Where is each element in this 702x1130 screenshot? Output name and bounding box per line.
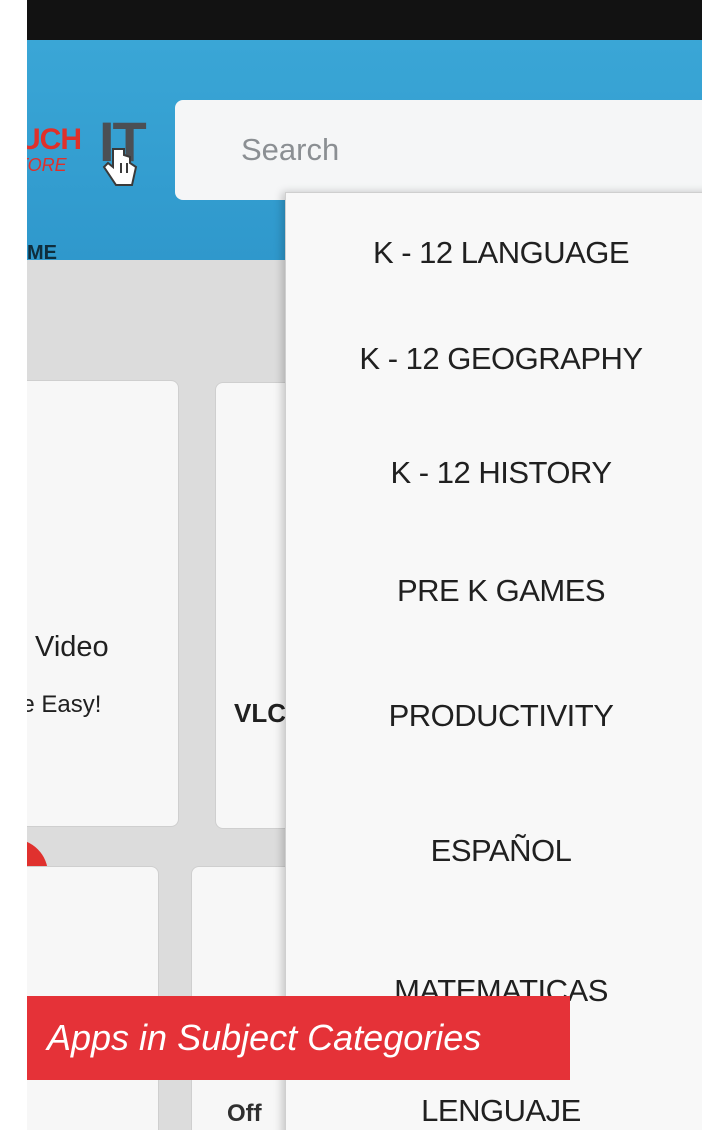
app-card-title: Off — [227, 1100, 262, 1127]
menu-item-k12-history[interactable]: K - 12 HISTORY — [286, 455, 702, 491]
menu-item-pre-k-games[interactable]: PRE K GAMES — [286, 573, 702, 609]
caption-banner: Apps in Subject Categories — [27, 996, 570, 1080]
touchit-logo[interactable]: UCH IT TORE — [27, 110, 172, 195]
menu-item-lenguaje[interactable]: LENGUAJE — [286, 1093, 702, 1129]
screen-bezel — [27, 0, 702, 40]
menu-item-k12-geography[interactable]: K - 12 GEOGRAPHY — [286, 341, 702, 377]
app-screen: UCH IT TORE Search ME Video de Easy! VLC… — [27, 0, 702, 1130]
menu-item-k12-language[interactable]: K - 12 LANGUAGE — [286, 235, 702, 271]
search-input[interactable]: Search — [175, 100, 702, 200]
app-card-video[interactable]: Video de Easy! — [27, 380, 179, 909]
logo-touch-text: UCH — [27, 123, 82, 156]
menu-item-productivity[interactable]: PRODUCTIVITY — [286, 698, 702, 734]
logo-store-text: TORE — [27, 155, 67, 175]
app-card-description: de Easy! — [27, 691, 102, 718]
category-dropdown[interactable]: K - 12 LANGUAGE K - 12 GEOGRAPHY K - 12 … — [285, 192, 702, 1130]
search-placeholder: Search — [241, 132, 340, 167]
app-card-title: VLC — [234, 698, 286, 728]
hand-pointer-icon — [102, 148, 138, 186]
app-card-title: Video — [35, 631, 109, 663]
menu-item-espanol[interactable]: ESPAÑOL — [286, 833, 702, 869]
